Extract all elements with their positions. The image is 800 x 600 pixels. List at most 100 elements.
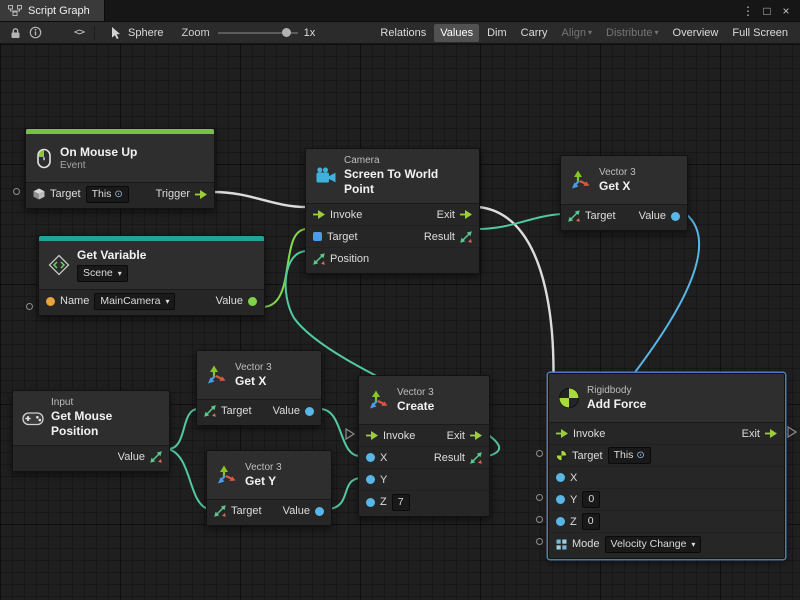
z-value-field[interactable]: 7 [392,494,410,511]
target-self-chip[interactable]: This⊙ [608,447,651,464]
target-self-chip[interactable]: This⊙ [86,186,129,203]
port-value-out[interactable]: Value [216,295,257,307]
port-row: Name MainCamera▾ Value [39,290,264,312]
port-trigger-out[interactable]: Trigger [156,188,207,200]
camera-icon [315,166,337,186]
port-invoke-in[interactable]: Invoke [556,428,605,440]
graph-object-label: Sphere [128,27,163,39]
node-get-mouse-position[interactable]: Input Get Mouse Position Value [12,390,170,472]
port-row: Z 7 [359,491,489,513]
port-value-out[interactable]: Value [283,505,324,517]
float-port-icon [556,517,565,526]
port-value-out[interactable]: Value [639,210,680,222]
vector3-port-icon [214,505,226,517]
zoom-slider[interactable] [218,32,298,34]
port-marker[interactable] [536,494,543,501]
port-row: Target Value [207,500,331,522]
port-marker[interactable] [13,188,20,195]
port-marker[interactable] [536,450,543,457]
align-button[interactable]: Align▾ [556,24,598,42]
port-x-in[interactable]: X [556,472,577,484]
port-row: Z 0 [549,511,784,533]
node-on-mouse-up[interactable]: On Mouse Up Event Target This⊙ Trigger [25,128,215,209]
node-create-vector3[interactable]: Vector 3 Create Invoke Exit X [358,375,490,517]
variable-scope-dropdown[interactable]: Scene▾ [77,265,128,282]
object-port-icon [248,297,257,306]
window-menu-icon[interactable]: ⋮ [740,1,756,21]
port-mode-in[interactable]: Mode Velocity Change▾ [556,536,701,553]
float-port-icon [305,407,314,416]
port-exit-out[interactable]: Exit [447,430,482,442]
gameobject-icon [33,188,45,200]
port-name-in[interactable]: Name MainCamera▾ [46,293,175,310]
pointer-icon [106,24,126,42]
port-marker[interactable] [26,303,33,310]
port-exit-out[interactable]: Exit [437,209,472,221]
node-screen-to-world-point[interactable]: Camera Screen To World Point Invoke Exit… [305,148,480,274]
node-kind: Rigidbody [587,385,646,397]
relations-button[interactable]: Relations [374,24,432,42]
port-result-out[interactable]: Result [434,452,482,464]
variable-name-dropdown[interactable]: MainCamera▾ [94,293,175,310]
port-z-in[interactable]: Z 7 [366,494,410,511]
graph-canvas[interactable]: On Mouse Up Event Target This⊙ Trigger [0,44,800,600]
z-value-field[interactable]: 0 [582,513,600,530]
port-invoke-in[interactable]: Invoke [313,209,362,221]
port-value-out[interactable]: Value [273,405,314,417]
code-icon[interactable]: <> [69,24,89,42]
info-icon[interactable] [25,24,45,42]
port-x-in[interactable]: X [366,452,387,464]
node-get-variable[interactable]: Get Variable Scene▾ Name MainCamera▾ Val… [38,235,265,316]
port-y-in[interactable]: Y 0 [556,491,600,508]
port-target-in[interactable]: Target [313,231,358,243]
edge-mouse-to-getx [168,409,198,449]
port-row: Invoke Exit [306,204,479,226]
port-row: Target Value [197,400,321,422]
mode-dropdown[interactable]: Velocity Change▾ [605,536,702,553]
float-port-icon [366,475,375,484]
node-add-force[interactable]: Rigidbody Add Force Invoke Exit Target [548,373,785,559]
port-target-in[interactable]: Target [214,505,262,517]
port-position-in[interactable]: Position [313,253,369,265]
carry-button[interactable]: Carry [515,24,554,42]
port-value-out[interactable]: Value [118,451,162,463]
port-marker[interactable] [536,538,543,545]
node-get-x-result[interactable]: Vector 3 Get X Target Value [560,155,688,231]
values-button[interactable]: Values [434,24,479,42]
port-target-in[interactable]: Target This⊙ [556,447,651,464]
port-z-in[interactable]: Z 0 [556,513,600,530]
maximize-icon[interactable]: □ [759,1,775,21]
overview-button[interactable]: Overview [667,24,725,42]
port-exit-out[interactable]: Exit [742,428,777,440]
port-row: Y [359,469,489,491]
window-controls: ⋮ □ × [740,0,800,21]
port-y-in[interactable]: Y [366,474,387,486]
node-kind: Vector 3 [235,362,272,374]
y-value-field[interactable]: 0 [582,491,600,508]
string-port-icon [46,297,55,306]
node-get-x-mouse[interactable]: Vector 3 Get X Target Value [196,350,322,426]
addforce-exit-marker [788,427,796,437]
node-title: Add Force [587,397,646,412]
node-get-y-mouse[interactable]: Vector 3 Get Y Target Value [206,450,332,526]
distribute-button[interactable]: Distribute▾ [600,24,664,42]
vector3-icon [570,169,592,191]
port-target-in[interactable]: Target This⊙ [33,186,129,203]
node-title: Get X [235,374,272,389]
close-icon[interactable]: × [778,1,794,21]
fullscreen-button[interactable]: Full Screen [726,24,794,42]
edge-variable-to-camera-target [263,229,307,307]
zoom-slider-handle[interactable] [282,28,291,37]
flow-arrow-icon [556,429,568,438]
tab-script-graph[interactable]: Script Graph [0,0,105,21]
port-marker[interactable] [536,516,543,523]
port-target-in[interactable]: Target [568,210,616,222]
rigidbody-port-icon [556,450,567,461]
port-invoke-in[interactable]: Invoke [366,430,415,442]
dim-button[interactable]: Dim [481,24,513,42]
node-title: Screen To World Point [344,167,470,197]
port-result-out[interactable]: Result [424,231,472,243]
port-target-in[interactable]: Target [204,405,252,417]
lock-icon[interactable] [5,24,25,42]
toolbar-separator [94,26,95,40]
